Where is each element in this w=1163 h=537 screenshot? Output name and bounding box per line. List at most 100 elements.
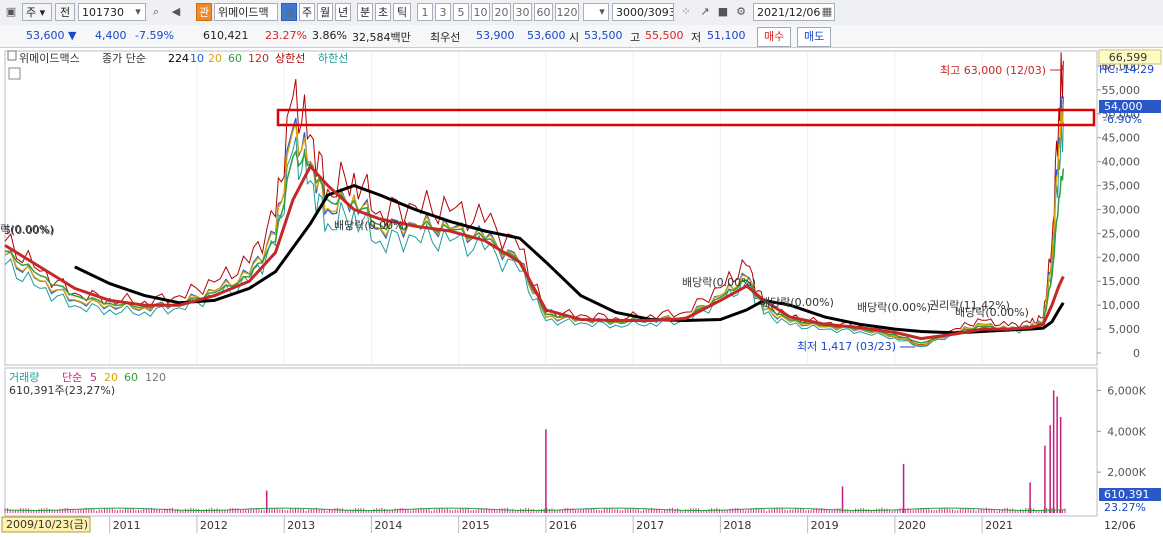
x-tick-label: 2017 [636,519,664,532]
trade-amount: 32,584백만 [352,31,411,44]
x-tick-label: 2015 [462,519,490,532]
current-price: 53,600 [26,29,65,42]
save-icon[interactable]: ■ [715,3,731,21]
chart-menu-icon[interactable]: ▣ [3,3,19,21]
price-tick-label: 0 [1133,347,1140,360]
volume-tick-label: 6,000K [1107,384,1146,397]
x-tick-label: 2018 [723,519,751,532]
legend-stock-name: 위메이드맥스 [19,52,80,65]
volume-percent: 23.27% [265,29,307,42]
volume-ma-5: 5 [90,371,97,384]
interval-3[interactable]: 3 [435,3,451,21]
low-annotation: 최저 1,417 (03/23) [797,340,896,353]
legend-ma-120: 120 [248,52,269,65]
volume-ma-kind: 단순 [62,371,82,384]
legend-lower-band: 하한선 [318,51,348,65]
tab-day[interactable]: 일 [281,3,297,21]
tab-second[interactable]: 초 [375,3,391,21]
change-percent: -7.59% [135,29,174,42]
change-value: 4,400 [95,29,127,42]
price-tick-label: 15,000 [1102,275,1141,288]
volume-current: 610,391주(23,27%) [9,384,115,397]
speaker-icon[interactable]: ◀ [168,3,184,21]
high-label: 고 [630,31,641,44]
tab-month[interactable]: 월 [317,3,333,21]
legend-upper-band: 상한선 [275,52,305,65]
price-tick-label: 25,000 [1102,227,1141,240]
search-icon[interactable]: ⌕ [148,3,164,21]
event-label-5: 배당락(0.00%) [760,296,834,309]
low-price: 51,100 [707,29,746,42]
best-quote-label: 최우선 [430,31,461,44]
chart-toolbar: ▣ 주 ▾ 전 101730 ▾ ⌕ ◀ 관 위메이드맥 일 주 월 년 분 초… [0,0,1163,26]
favorite-badge[interactable]: 관 [196,3,212,21]
x-tick-label: 2020 [898,519,926,532]
tab-tick[interactable]: 틱 [393,3,411,21]
gear-icon[interactable]: ⚙ [733,3,749,21]
count-field[interactable]: 3000/3093 [612,3,674,21]
dots-icon[interactable]: ⁘ [678,3,694,21]
current-pct-badge: -6.90% [1103,113,1142,126]
volume-tick-label: 2,000K [1107,466,1146,479]
interval-30[interactable]: 30 [513,3,532,21]
chevron-down-icon[interactable]: ▾ [594,3,610,21]
interval-20[interactable]: 20 [492,3,511,21]
x-tick-label: 2014 [374,519,402,532]
event-label-4: 배당락(0.00%) [682,276,756,289]
interval-60[interactable]: 60 [534,3,553,21]
quote-bar: 53,600 ▼ 4,400 -7.59% 610,421 23.27% 3.8… [0,25,1163,48]
price-tick-label: 35,000 [1102,180,1141,193]
tab-minute[interactable]: 분 [357,3,373,21]
interval-10[interactable]: 10 [471,3,490,21]
high-price: 55,500 [645,29,684,42]
volume-ma-60: 60 [124,371,138,384]
volume-ma-120: 120 [145,371,166,384]
sell-button[interactable]: 매도 [797,27,832,47]
interval-120[interactable]: 120 [555,3,579,21]
tab-year[interactable]: 년 [335,3,351,21]
price-tick-label: 5,000 [1109,323,1141,336]
buy-button[interactable]: 매수 [757,27,792,47]
price-tick-label: 45,000 [1102,132,1141,145]
hc-label: HC:-14.29 [1099,63,1154,76]
legend-ma-224: 224 [168,52,189,65]
arrow-tool-icon[interactable]: ↗ [697,3,713,21]
market-select[interactable]: 주 ▾ [22,3,52,21]
price-tick-label: 55,000 [1102,84,1141,97]
price-tick-label: 30,000 [1102,203,1141,216]
chart-background [0,48,1163,537]
x-tick-label: 2012 [200,519,228,532]
price-tick-label: 10,000 [1102,299,1141,312]
current-price-badge-text: 54,000 [1104,100,1143,113]
x-tick-label: 2019 [811,519,839,532]
x-tick-label: 2021 [985,519,1013,532]
open-price: 53,500 [584,29,623,42]
x-tick-label: 2011 [113,519,141,532]
tab-week[interactable]: 주 [299,3,315,21]
price-tick-label: 20,000 [1102,251,1141,264]
prev-button[interactable]: 전 [55,3,75,21]
grid-toggle-icon[interactable] [8,67,21,80]
ask-price: 53,900 [476,29,515,42]
price-tick-label: 40,000 [1102,156,1141,169]
interval-1[interactable]: 1 [417,3,433,21]
x-tick-label: 2016 [549,519,577,532]
start-date-label: 2009/10/23(금) [6,518,88,531]
volume-value: 610,421 [203,29,249,42]
change-arrow-icon: ▼ [68,29,77,42]
event-label-8: 배당락(0.00%) [955,306,1029,319]
calendar-icon[interactable]: ▦ [819,3,835,21]
interval-5[interactable]: 5 [453,3,469,21]
high-annotation: 최고 63,000 (12/03) [940,64,1046,77]
volume-pct-badge: 23.27% [1104,501,1146,514]
low-label: 저 [691,31,702,44]
stock-name-field: 위메이드맥 [214,3,278,21]
dropdown-arrow-icon[interactable]: ▾ [130,3,146,21]
legend-ma-20: 20 [208,52,222,65]
legend-ma-kind: 종가 단순 [102,52,146,65]
legend-ma-60: 60 [228,52,242,65]
event-label-3: 배당락(0.00%) [334,219,408,232]
legend-ma-10: 10 [190,52,204,65]
bid-price: 53,600 [527,29,566,42]
end-date-label: 12/06 [1104,519,1136,532]
